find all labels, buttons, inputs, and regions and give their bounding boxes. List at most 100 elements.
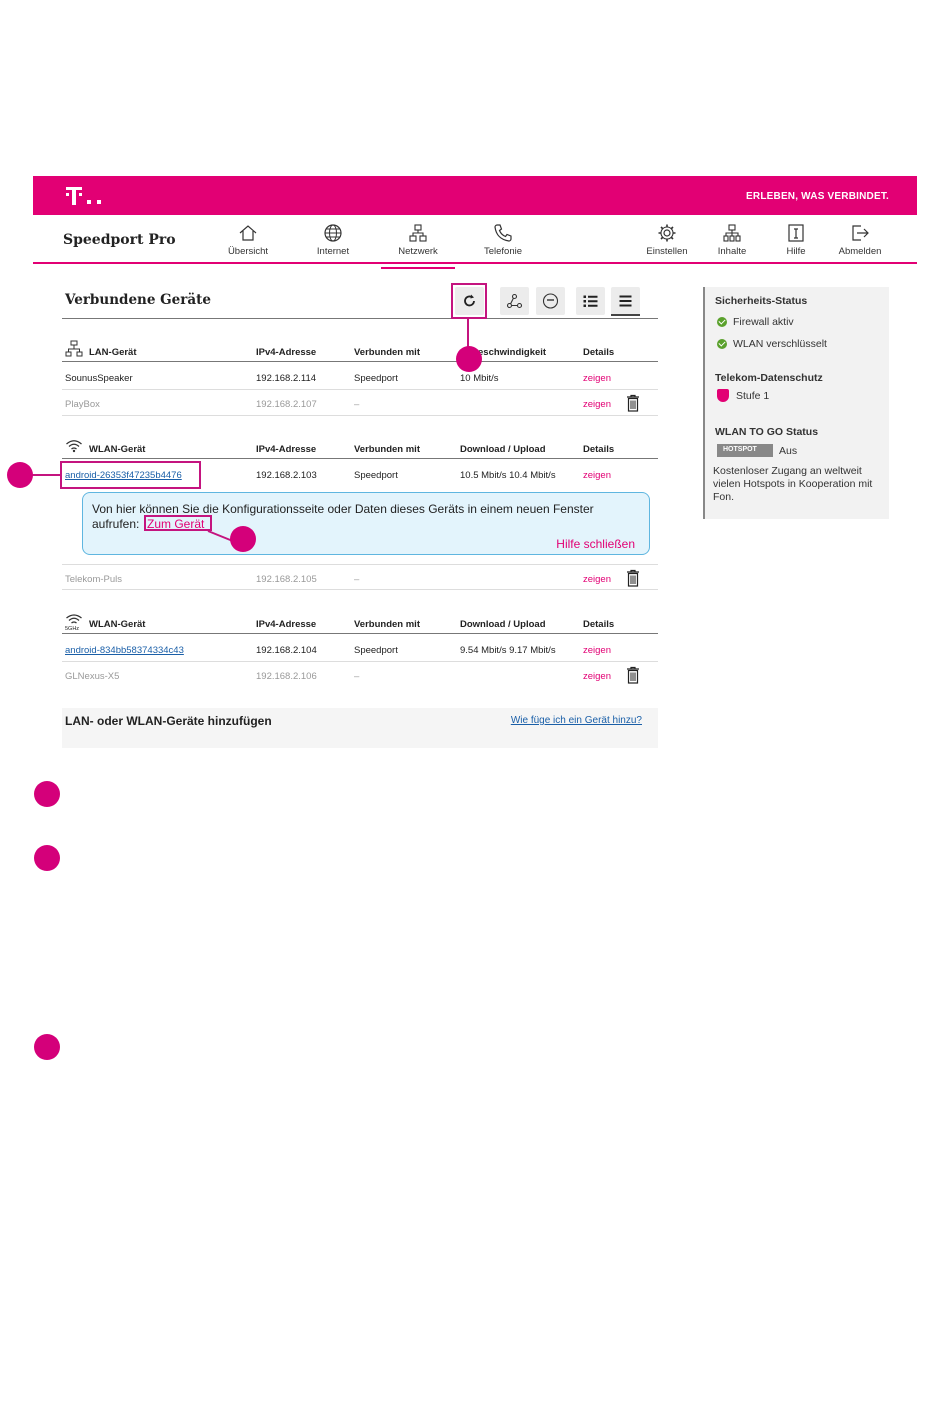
connected-with: – <box>354 399 360 410</box>
callout-marker <box>230 526 256 552</box>
wlan-to-go-description: Kostenloser Zugang an weltweit vielen Ho… <box>713 465 873 503</box>
gear-icon <box>658 224 676 242</box>
connected-with: – <box>354 671 360 682</box>
trash-icon[interactable] <box>626 666 640 684</box>
title-divider <box>62 318 658 319</box>
column-header: WLAN-Gerät <box>89 444 146 455</box>
column-header: Details <box>583 347 615 358</box>
wlan-section-header: WLAN-Gerät IPv4-Adresse Verbunden mit Do… <box>62 437 658 459</box>
list-lines-icon <box>619 295 632 307</box>
nav-label: Telefonie <box>483 246 523 257</box>
top-brand-bar: ERLEBEN, WAS VERBINDET. <box>33 176 917 215</box>
nav-item-uebersicht[interactable]: Übersicht <box>208 221 288 261</box>
compact-list-view-button[interactable] <box>611 287 640 315</box>
wlan-5ghz-section-header: 5GHz WLAN-Gerät IPv4-Adresse Verbunden m… <box>62 612 658 634</box>
lan-section-header: LAN-Gerät IPv4-Adresse Verbunden mit esc… <box>62 340 658 362</box>
band-label: 5GHz <box>65 626 80 632</box>
connected-with: Speedport <box>354 645 398 656</box>
device-name: SounusSpeaker <box>65 373 133 384</box>
connected-with: – <box>354 574 360 585</box>
close-help-link[interactable]: Hilfe schließen <box>556 537 635 551</box>
nav-item-netzwerk[interactable]: Netzwerk <box>378 221 458 269</box>
list-bullets-icon <box>583 295 598 307</box>
ip-address: 192.168.2.107 <box>256 399 317 410</box>
speed: 10 Mbit/s <box>460 373 499 384</box>
column-header: Download / Upload <box>460 444 546 455</box>
callout-box-device-link <box>60 461 201 489</box>
speed: 9.54 Mbit/s 9.17 Mbit/s <box>460 645 556 656</box>
ip-address: 192.168.2.104 <box>256 645 317 656</box>
check-icon <box>717 339 727 349</box>
callout-box-refresh <box>451 283 487 319</box>
page-title: Verbundene Geräte <box>65 292 211 308</box>
device-name: GLNexus-X5 <box>65 671 120 682</box>
legend-marker-3 <box>34 1034 60 1060</box>
trash-icon[interactable] <box>626 569 640 587</box>
lan-icon <box>65 340 83 357</box>
legend-marker-1 <box>34 781 60 807</box>
nav-item-internet[interactable]: Internet <box>293 221 373 261</box>
check-icon <box>717 317 727 327</box>
details-link[interactable]: zeigen <box>583 671 611 682</box>
table-row: GLNexus-X5 192.168.2.106 – zeigen <box>62 662 658 688</box>
speed: 10.5 Mbit/s 10.4 Mbit/s <box>460 470 556 481</box>
column-header: IPv4-Adresse <box>256 444 317 455</box>
column-header: IPv4-Adresse <box>256 619 317 630</box>
logout-icon <box>852 225 869 241</box>
ip-address: 192.168.2.114 <box>256 373 317 384</box>
table-row: SounusSpeaker 192.168.2.114 Speedport 10… <box>62 364 658 390</box>
detail-list-view-button[interactable] <box>576 287 605 315</box>
details-link[interactable]: zeigen <box>583 373 611 384</box>
shield-icon <box>717 389 729 402</box>
column-header: WLAN-Gerät <box>89 619 146 630</box>
device-link[interactable]: android-834bb58374334c43 <box>65 645 184 656</box>
trash-icon[interactable] <box>626 394 640 412</box>
topology-view-button[interactable] <box>500 287 529 315</box>
legend-marker-2 <box>34 845 60 871</box>
disconnected-devices-button[interactable] <box>536 287 565 315</box>
table-row: Telekom-Puls 192.168.2.105 – zeigen <box>62 564 658 590</box>
help-text: Von hier können Sie die Konfigurationsse… <box>92 502 594 516</box>
column-header: Details <box>583 444 615 455</box>
column-header: Verbunden mit <box>354 444 420 455</box>
table-row: android-834bb58374334c43 192.168.2.104 S… <box>62 636 658 662</box>
callout-line <box>467 319 469 347</box>
nav-item-abmelden[interactable]: Abmelden <box>820 221 900 261</box>
column-header: Details <box>583 619 615 630</box>
topology-icon <box>506 293 523 309</box>
add-devices-bar: LAN- oder WLAN-Geräte hinzufügen Wie füg… <box>62 708 658 748</box>
wifi-icon <box>66 440 82 453</box>
callout-marker <box>7 462 33 488</box>
nav-item-telefonie[interactable]: Telefonie <box>463 221 543 261</box>
column-header: eschwindigkeit <box>478 347 547 358</box>
device-name: Telekom-Puls <box>65 574 123 585</box>
help-text: aufrufen: <box>92 517 140 531</box>
slogan: ERLEBEN, WAS VERBINDET. <box>746 191 889 202</box>
details-link[interactable]: zeigen <box>583 645 611 656</box>
add-device-help-link[interactable]: Wie füge ich ein Gerät hinzu? <box>511 715 642 726</box>
details-link[interactable]: zeigen <box>583 574 611 585</box>
column-header: Download / Upload <box>460 619 546 630</box>
callout-line <box>32 474 60 476</box>
ip-address: 192.168.2.103 <box>256 470 317 481</box>
callout-marker <box>456 346 482 372</box>
details-link[interactable]: zeigen <box>583 470 611 481</box>
nav-label: Übersicht <box>227 246 269 257</box>
column-header: LAN-Gerät <box>89 347 137 358</box>
column-header: Verbunden mit <box>354 347 420 358</box>
wlan-status: WLAN verschlüsselt <box>733 338 827 350</box>
active-view-indicator <box>611 314 640 316</box>
nav-label: Netzwerk <box>398 246 438 257</box>
help-icon <box>788 224 804 242</box>
add-devices-title: LAN- oder WLAN-Geräte hinzufügen <box>65 714 272 728</box>
ip-address: 192.168.2.106 <box>256 671 317 682</box>
globe-icon <box>324 224 342 242</box>
connected-devices-panel: Verbundene Geräte LAN-Gerät IPv4-Adresse… <box>62 280 658 748</box>
network-icon <box>409 224 427 242</box>
status-sidebar: Sicherheits-Status Firewall aktiv WLAN v… <box>703 287 889 519</box>
home-icon <box>239 225 257 241</box>
security-status-title: Sicherheits-Status <box>715 295 808 307</box>
hotspot-badge: HOTSPOT <box>717 444 773 457</box>
connected-with: Speedport <box>354 470 398 481</box>
details-link[interactable]: zeigen <box>583 399 611 410</box>
